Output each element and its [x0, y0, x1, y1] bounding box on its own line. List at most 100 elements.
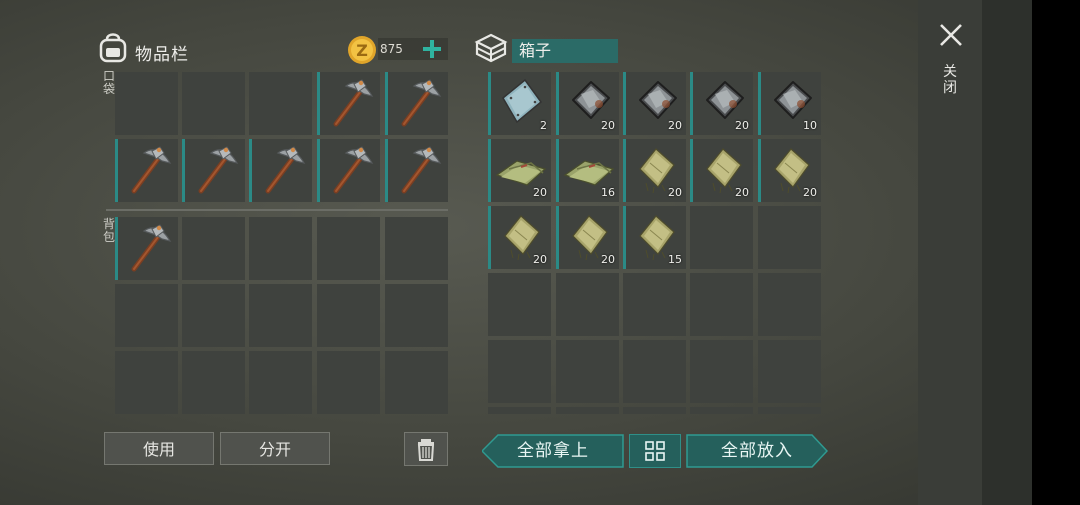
backpack-label: 背包: [102, 217, 115, 244]
item-quantity: 20: [533, 253, 547, 266]
trash-icon: [417, 439, 435, 461]
item-quantity: 20: [803, 186, 817, 199]
close-label[interactable]: 关闭: [942, 64, 958, 96]
pickaxe-icon: [401, 146, 442, 194]
container-slot[interactable]: 15: [623, 206, 686, 269]
container-slot[interactable]: [488, 273, 551, 336]
put-all-button[interactable]: 全部放入: [686, 434, 828, 468]
svg-text:Z: Z: [356, 41, 368, 60]
backpack-slot[interactable]: [317, 351, 380, 414]
container-slot[interactable]: 20: [488, 139, 551, 202]
backpack-slot[interactable]: [249, 217, 312, 280]
backpack-slot[interactable]: [317, 284, 380, 347]
container-slot[interactable]: [690, 273, 753, 336]
item-quantity: 20: [735, 119, 749, 132]
trash-button[interactable]: [404, 432, 448, 466]
pocket-slot[interactable]: [115, 139, 178, 202]
use-button[interactable]: 使用: [104, 432, 214, 465]
container-slot[interactable]: 2: [488, 72, 551, 135]
container-slot[interactable]: 10: [758, 72, 821, 135]
item-quantity: 20: [533, 186, 547, 199]
container-slot[interactable]: 20: [556, 206, 619, 269]
pickaxe-icon: [401, 79, 442, 127]
container-slot[interactable]: [690, 206, 753, 269]
item-quantity: 20: [601, 119, 615, 132]
container-slot[interactable]: 20: [623, 72, 686, 135]
backpack-slot[interactable]: [115, 351, 178, 414]
pickaxe-icon: [333, 79, 374, 127]
coin-icon: Z: [348, 36, 376, 64]
backpack-slot[interactable]: [385, 284, 448, 347]
item-quantity: 20: [668, 186, 682, 199]
container-slot[interactable]: [556, 340, 619, 403]
container-slot[interactable]: [690, 407, 753, 414]
item-quantity: 10: [803, 119, 817, 132]
put-all-label: 全部放入: [721, 441, 793, 461]
backpack-slot[interactable]: [385, 351, 448, 414]
take-all-button[interactable]: 全部拿上: [482, 434, 624, 468]
container-slot[interactable]: [556, 407, 619, 414]
plus-icon: [423, 40, 441, 58]
screen-edge: [1032, 0, 1080, 505]
take-all-label: 全部拿上: [517, 441, 589, 461]
add-coins-button[interactable]: [418, 33, 446, 65]
container-slot[interactable]: [758, 407, 821, 414]
pocket-slot[interactable]: [317, 72, 380, 135]
backpack-slot[interactable]: [182, 351, 245, 414]
pocket-slot[interactable]: [115, 72, 178, 135]
container-slot[interactable]: [556, 273, 619, 336]
backpack-slot[interactable]: [115, 284, 178, 347]
container-slot[interactable]: 20: [690, 72, 753, 135]
item-quantity: 20: [601, 253, 615, 266]
pickaxe-icon: [131, 146, 172, 194]
pickaxe-icon: [265, 146, 306, 194]
container-slot[interactable]: [488, 407, 551, 414]
container-slot[interactable]: [758, 340, 821, 403]
item-quantity: 16: [601, 186, 615, 199]
backpack-slot[interactable]: [182, 284, 245, 347]
backpack-slot[interactable]: [249, 284, 312, 347]
container-slot[interactable]: [623, 340, 686, 403]
container-slot[interactable]: [488, 340, 551, 403]
container-slot[interactable]: [690, 340, 753, 403]
container-slot[interactable]: [758, 206, 821, 269]
pocket-slot[interactable]: [249, 139, 312, 202]
container-slot[interactable]: 20: [488, 206, 551, 269]
container-slot[interactable]: 20: [556, 72, 619, 135]
container-slot[interactable]: 20: [758, 139, 821, 202]
pickaxe-icon: [198, 146, 239, 194]
backpack-slot[interactable]: [385, 217, 448, 280]
section-divider: [106, 209, 448, 211]
item-quantity: 20: [735, 186, 749, 199]
pocket-slot[interactable]: [385, 72, 448, 135]
pocket-slot[interactable]: [385, 139, 448, 202]
pickaxe-icon: [333, 146, 374, 194]
container-grid[interactable]: 2 20 20 20 10 20 16 20 20 20 20 20 15: [488, 72, 821, 414]
box-icon: [474, 33, 508, 63]
sort-grid-button[interactable]: [629, 434, 681, 468]
pickaxe-icon: [131, 224, 172, 272]
container-slot[interactable]: 16: [556, 139, 619, 202]
backpack-slot[interactable]: [182, 217, 245, 280]
split-button[interactable]: 分开: [220, 432, 330, 465]
pocket-slot[interactable]: [249, 72, 312, 135]
item-quantity: 2: [540, 119, 547, 132]
side-panel-shadow: [982, 0, 1032, 505]
container-slot[interactable]: [623, 273, 686, 336]
container-slot[interactable]: 20: [690, 139, 753, 202]
backpack-icon: [99, 33, 127, 63]
backpack-slot[interactable]: [249, 351, 312, 414]
pocket-slot[interactable]: [317, 139, 380, 202]
backpack-slot[interactable]: [317, 217, 380, 280]
container-slot[interactable]: [623, 407, 686, 414]
pocket-slot[interactable]: [182, 139, 245, 202]
grid-icon: [645, 441, 665, 461]
backpack-slot[interactable]: [115, 217, 178, 280]
container-slot[interactable]: 20: [623, 139, 686, 202]
pocket-label: 口袋: [102, 69, 115, 96]
coin-amount: 875: [380, 42, 403, 56]
container-slot[interactable]: [758, 273, 821, 336]
pocket-slot[interactable]: [182, 72, 245, 135]
close-icon[interactable]: [936, 20, 966, 50]
container-name: 箱子: [512, 39, 618, 63]
